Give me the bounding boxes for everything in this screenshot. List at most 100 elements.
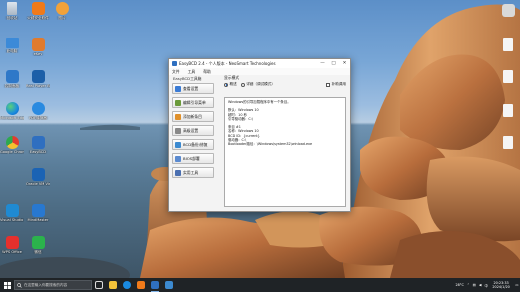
clock[interactable]: 20:23:33 2024/1/20: [492, 281, 509, 289]
desktop-icon-ekey[interactable]: eKey: [26, 38, 50, 56]
sidebar-item-utilities[interactable]: 实用工具: [172, 167, 214, 178]
view-settings-panel: 显示模式 概述 详细（调试模式） 补助调用 Windows的引导加载程序中有一个…: [224, 75, 346, 207]
easybcd-icon: [31, 136, 45, 149]
app-icon: [501, 4, 515, 17]
menubar: 文件 工具 帮助: [169, 68, 350, 75]
ekey-icon: [31, 38, 45, 51]
easybcd-window: EasyBCD 2.4 - 个人版本 - NeoSmart Technologi…: [168, 58, 351, 212]
menu-help[interactable]: 帮助: [203, 69, 211, 75]
sidebar-item-bios[interactable]: BIOS部署: [172, 153, 214, 164]
taskbar-search-input[interactable]: 在这里输入你要搜索的内容: [14, 280, 92, 290]
desktop-icon-mindmaster[interactable]: MindMaster: [26, 204, 50, 222]
advanced-settings-icon: [175, 127, 181, 134]
utilities-icon: [175, 169, 181, 176]
desktop: 回收站 火绒安全软件 图片 此电脑 eKey 控制面板 Real Player …: [0, 0, 520, 278]
recycle-bin-icon: [7, 2, 17, 15]
menu-tools[interactable]: 工具: [188, 69, 196, 75]
desktop-icon-chrome[interactable]: Google Chrome: [0, 136, 24, 154]
desktop-icon-pdf-converter[interactable]: PDF转换器: [26, 102, 50, 120]
taskbar: 在这里输入你要搜索的内容 28°C ⌃ ▤ ◀ 中 20:23:33 2024/…: [0, 278, 520, 292]
backup-icon: [175, 141, 181, 148]
pictures-icon: [55, 2, 69, 15]
sidebar-item-advanced[interactable]: 高级设置: [172, 125, 214, 136]
wechat-icon: [31, 236, 45, 249]
taskbar-app[interactable]: [162, 278, 176, 292]
windows-logo-icon: [3, 281, 11, 289]
sidebar-item-bcd-backup[interactable]: BCD备份/修复: [172, 139, 214, 150]
desktop-icon-right-3[interactable]: [496, 70, 520, 84]
output-line: Bootloader路径：\Windows\system32\winload.e…: [228, 142, 313, 147]
menu-file[interactable]: 文件: [172, 69, 180, 75]
huorong-icon: [137, 281, 145, 289]
desktop-icon-right-4[interactable]: [496, 104, 520, 118]
document-icon: [503, 38, 513, 51]
minimize-button[interactable]: —: [317, 59, 328, 68]
desktop-icon-vscode[interactable]: Visual Studio Code: [0, 204, 24, 222]
desktop-icon-right-2[interactable]: [496, 38, 520, 52]
taskbar-explorer[interactable]: [106, 278, 120, 292]
radio-overview-label: 概述: [229, 82, 237, 86]
radio-overview[interactable]: [224, 82, 228, 87]
taskbar-task-view[interactable]: [92, 278, 106, 292]
radio-detailed-label: 详细（调试模式）: [246, 82, 275, 86]
task-view-icon: [95, 281, 103, 289]
chrome-icon: [5, 136, 19, 149]
folder-icon: [109, 281, 117, 289]
radio-detailed[interactable]: [240, 82, 245, 87]
desktop-icon-huorong[interactable]: 火绒安全软件: [26, 2, 50, 20]
easybcd-app-icon: [172, 61, 177, 66]
clock-date: 2024/1/20: [492, 285, 510, 289]
bios-icon: [175, 155, 181, 162]
maximize-button[interactable]: □: [328, 59, 339, 68]
desktop-icon-realplayer[interactable]: Real Player Best Cut: [26, 70, 50, 88]
search-placeholder: 在这里输入你要搜索的内容: [24, 282, 68, 287]
chevron-up-icon[interactable]: ⌃: [467, 283, 470, 287]
taskbar-edge[interactable]: [120, 278, 134, 292]
app-icon: [165, 281, 173, 289]
volume-icon[interactable]: ◀: [479, 283, 482, 287]
taskbar-easybcd[interactable]: [148, 278, 162, 292]
checkbox-debug-label: 补助调用: [331, 82, 346, 86]
toolbox-sidebar: EasyBCD工具箱 查看设置 编辑引导菜单 添加新条目 高级设置 BCD备份/…: [171, 75, 215, 209]
view-settings-icon: [175, 85, 181, 92]
desktop-icon-this-pc[interactable]: 此电脑: [0, 38, 24, 53]
notification-icon[interactable]: ▭: [515, 283, 518, 287]
huorong-icon: [31, 2, 45, 15]
edge-icon: [5, 102, 19, 115]
close-button[interactable]: ✕: [339, 59, 350, 68]
weather-temp[interactable]: 28°C: [455, 283, 463, 287]
desktop-icon-virtualbox[interactable]: Oracle VM VirtualBox: [26, 168, 50, 186]
document-icon: [503, 70, 513, 83]
window-titlebar[interactable]: EasyBCD 2.4 - 个人版本 - NeoSmart Technologi…: [169, 59, 350, 68]
search-icon: [17, 282, 22, 288]
sidebar-heading: EasyBCD工具箱: [173, 76, 202, 81]
desktop-icon-pictures[interactable]: 图片: [50, 2, 74, 20]
checkbox-debug[interactable]: [326, 82, 331, 87]
desktop-icon-right-5[interactable]: [496, 136, 520, 150]
add-entry-icon: [175, 113, 181, 120]
taskbar-huorong[interactable]: [134, 278, 148, 292]
sidebar-item-edit-boot-menu[interactable]: 编辑引导菜单: [172, 97, 214, 108]
desktop-icon-edge[interactable]: Microsoft Edge: [0, 102, 24, 120]
document-icon: [503, 136, 513, 149]
bcd-output-text[interactable]: Windows的引导加载程序中有一个条目。 默认：Windows 10 超时：1…: [224, 97, 346, 207]
desktop-icon-wechat[interactable]: 微信: [26, 236, 50, 254]
pdf-converter-icon: [31, 102, 45, 115]
desktop-icon-easybcd[interactable]: EasyBCD: [26, 136, 50, 154]
desktop-icon-wps[interactable]: WPS Office: [0, 236, 24, 254]
desktop-icon-control-panel[interactable]: 控制面板: [0, 70, 24, 88]
edge-icon: [123, 281, 131, 289]
window-title: EasyBCD 2.4 - 个人版本 - NeoSmart Technologi…: [179, 60, 276, 66]
desktop-icon-recycle-bin[interactable]: 回收站: [0, 2, 24, 20]
sidebar-item-add-entry[interactable]: 添加新条目: [172, 111, 214, 122]
desktop-icon-right-1[interactable]: [496, 4, 520, 18]
control-panel-icon: [5, 70, 19, 83]
input-language[interactable]: 中: [485, 283, 488, 288]
start-button[interactable]: [0, 278, 14, 292]
system-tray: 28°C ⌃ ▤ ◀ 中 20:23:33 2024/1/20 ▭: [454, 278, 520, 292]
mindmaster-icon: [31, 204, 45, 217]
sidebar-item-view-settings[interactable]: 查看设置: [172, 83, 214, 94]
virtualbox-icon: [31, 168, 45, 181]
realplayer-icon: [31, 70, 45, 83]
network-icon[interactable]: ▤: [473, 283, 476, 287]
